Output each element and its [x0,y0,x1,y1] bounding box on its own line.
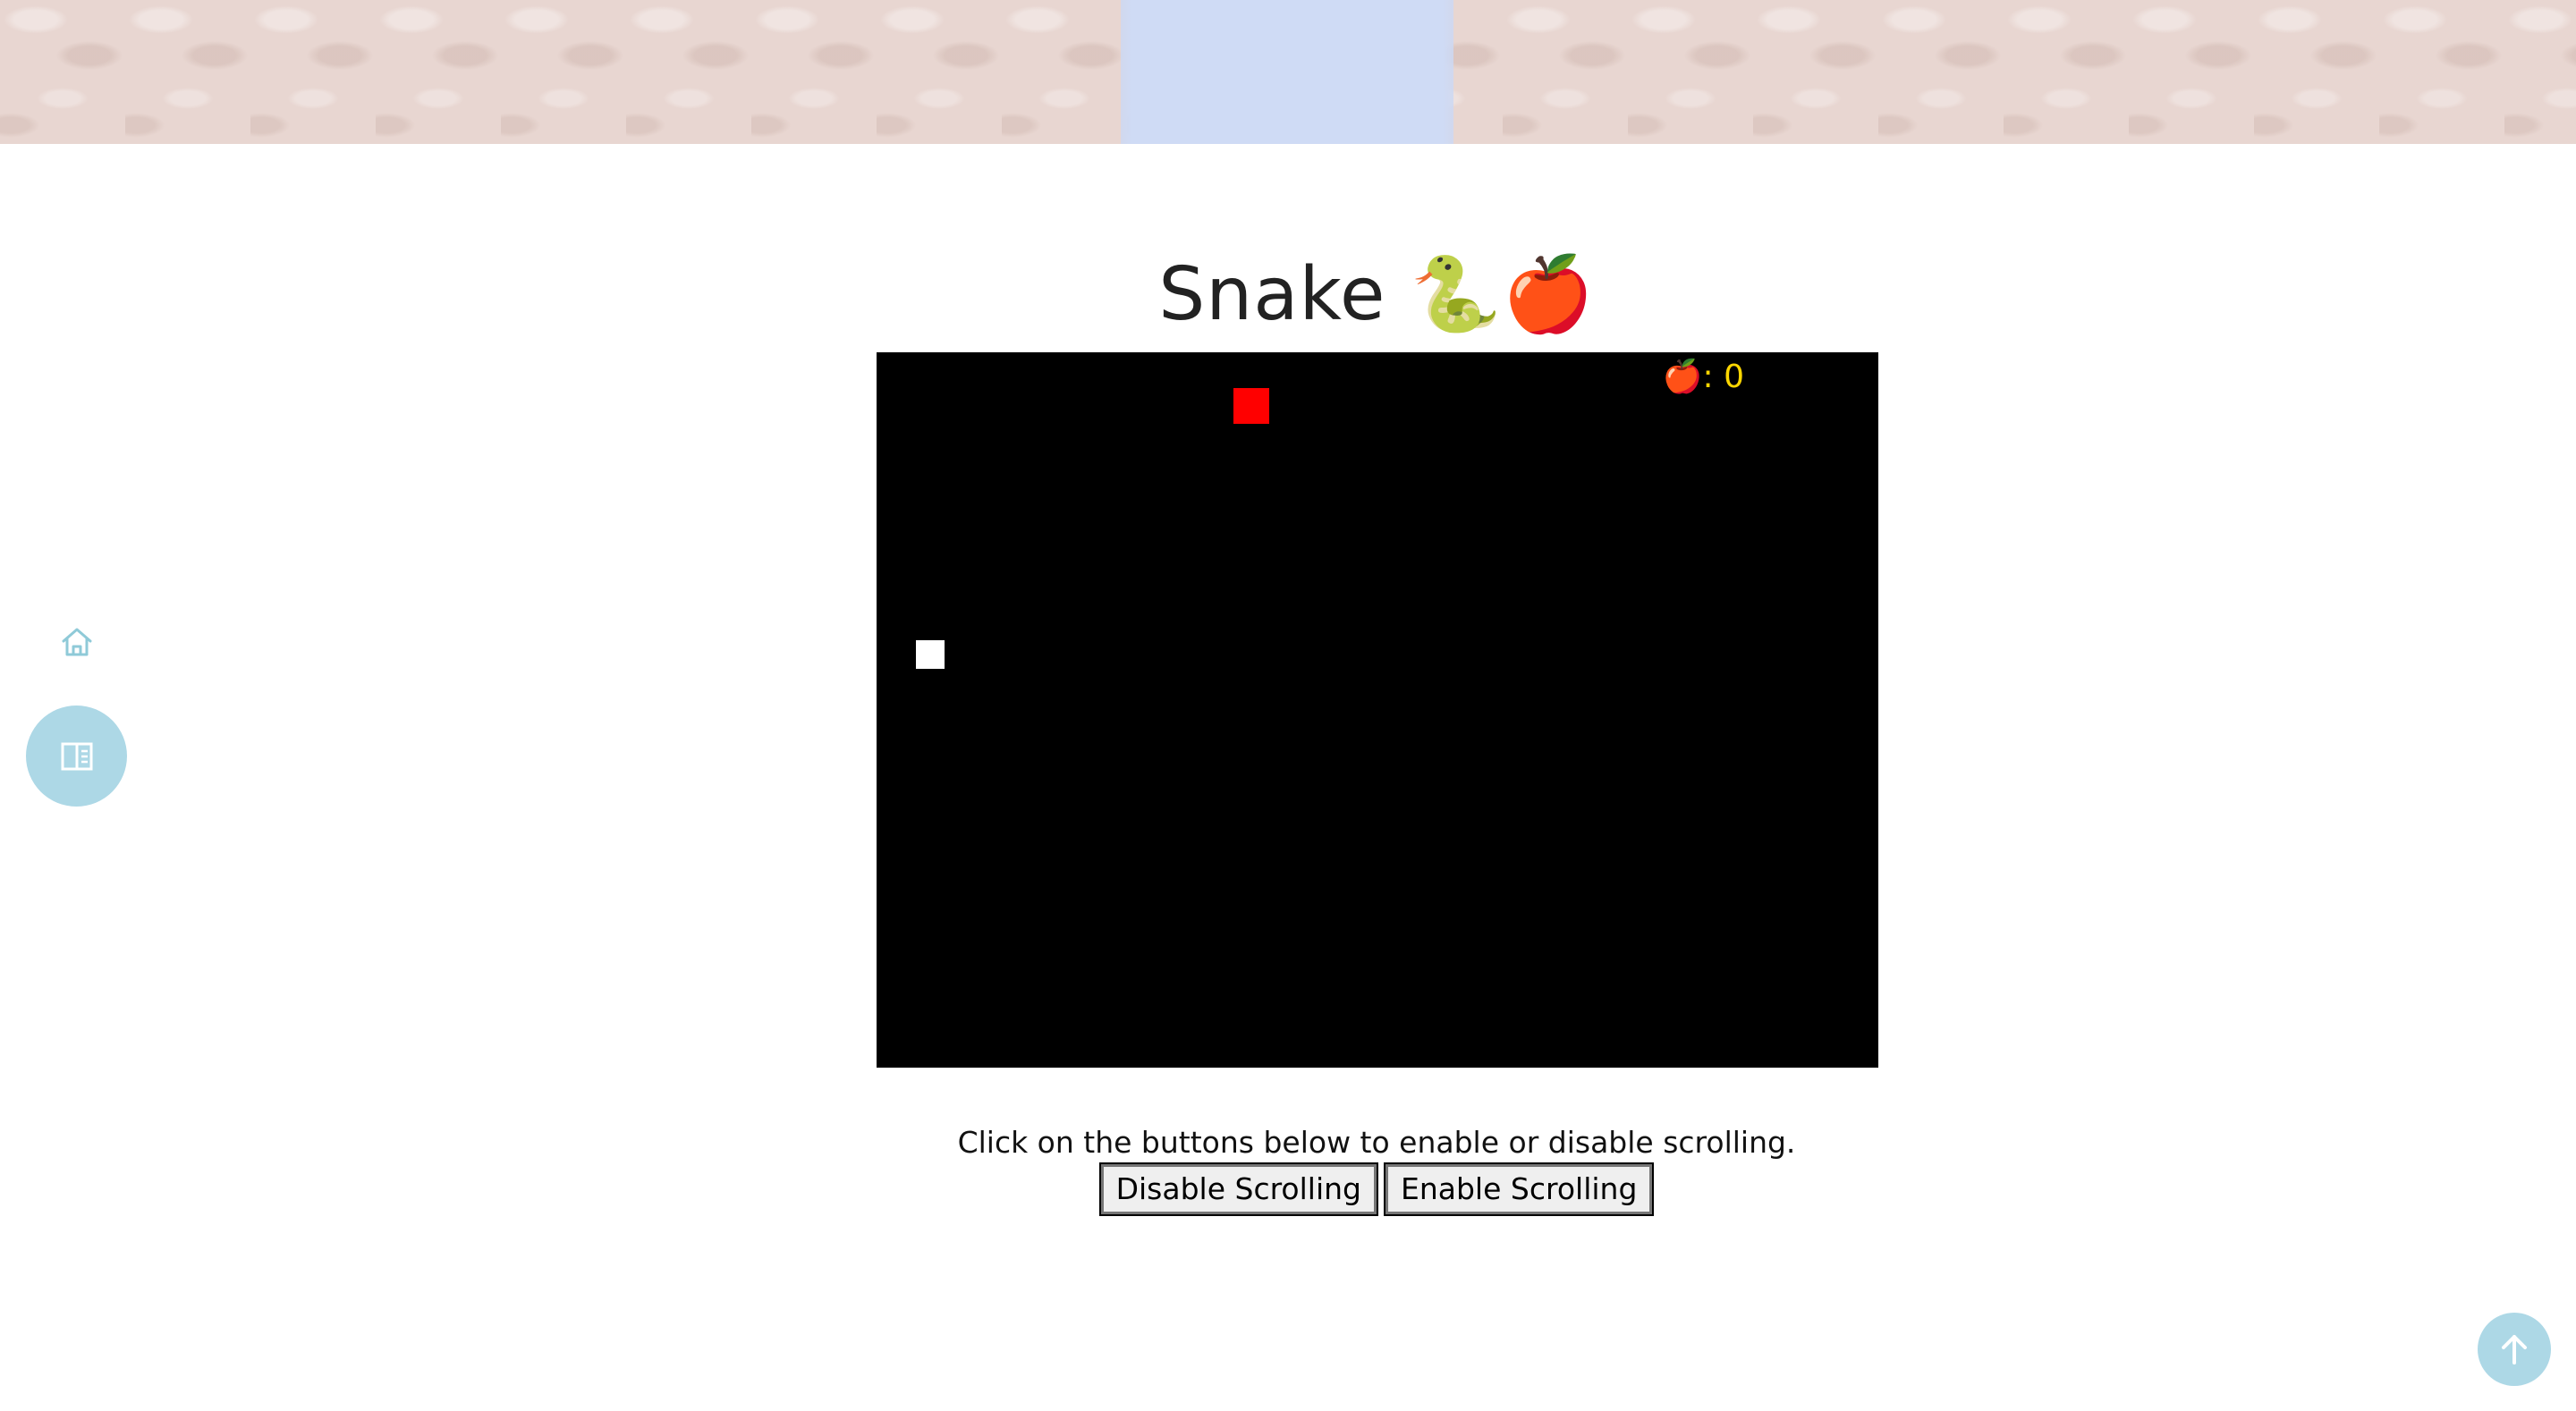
enable-scrolling-button[interactable]: Enable Scrolling [1383,1162,1655,1216]
page: Snake 🐍🍎 🍎: 0 Click on the buttons below… [0,0,2576,1411]
scroll-controls: Disable Scrolling Enable Scrolling [0,1162,2576,1216]
scroll-instructions: Click on the buttons below to enable or … [957,1125,1796,1160]
header-banner [0,0,2576,144]
score-counter: 🍎: 0 [1662,359,1744,395]
snake-head [916,640,945,669]
book-open-icon [61,742,92,770]
page-title: Snake 🐍🍎 [1158,252,1595,337]
game-canvas[interactable]: 🍎: 0 [877,352,1878,1068]
table-of-contents-button[interactable] [26,706,127,807]
home-icon[interactable] [59,626,95,658]
arrow-up-icon [2502,1335,2527,1365]
back-to-top-button[interactable] [2478,1313,2551,1386]
disable-scrolling-button[interactable]: Disable Scrolling [1098,1162,1379,1216]
banner-center-panel [1121,0,1453,144]
food-apple [1233,388,1269,424]
